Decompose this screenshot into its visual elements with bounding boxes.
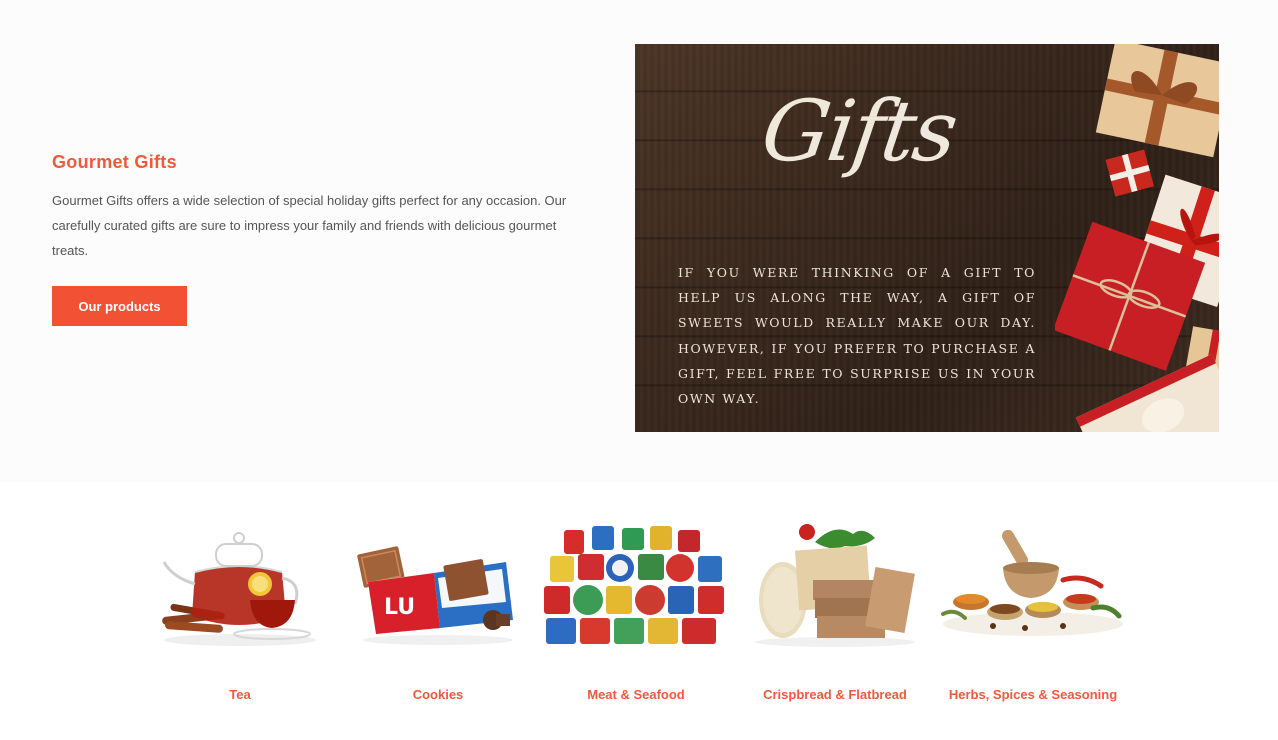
cookie-box-image: LU <box>357 546 513 645</box>
banner-message: IF YOU WERE THINKING OF A GIFT TO HELP U… <box>678 265 1036 407</box>
gift-boxes-illustration <box>1055 44 1219 432</box>
category-herbs-spices[interactable]: Herbs, Spices & Seasoning <box>933 482 1133 740</box>
hero-title: Gourmet Gifts <box>52 152 177 172</box>
banner-script-title: Gifts <box>756 82 962 180</box>
svg-text:LU: LU <box>384 595 415 620</box>
teapot-image <box>162 532 316 646</box>
gifts-banner: Gifts IF YOU WERE THINKING OF A GIFT TO … <box>635 44 1219 432</box>
category-label: Cookies <box>412 687 464 702</box>
hero-description: Gourmet Gifts offers a wide selection of… <box>52 193 567 258</box>
category-tea[interactable]: Tea <box>140 482 340 740</box>
category-cookies[interactable]: LU Cookies <box>338 482 538 740</box>
category-meat-seafood[interactable]: Meat & Seafood <box>536 482 736 740</box>
category-label: Tea <box>229 687 251 702</box>
category-label: Meat & Seafood <box>587 687 685 702</box>
category-label: Herbs, Spices & Seasoning <box>948 687 1118 702</box>
category-crispbread-flatbread[interactable]: Crispbread & Flatbread <box>735 482 935 740</box>
hero-section: Gourmet Gifts Gourmet Gifts offers a wid… <box>0 0 1278 482</box>
our-products-button[interactable]: Our products <box>52 286 187 326</box>
crispbread-image <box>755 524 915 647</box>
category-label: Crispbread & Flatbread <box>763 687 907 702</box>
tin-cans-image <box>544 526 724 644</box>
category-list: Tea LU Cookies Meat & Seafood Crispbread… <box>0 482 1278 740</box>
spices-image <box>941 529 1123 636</box>
